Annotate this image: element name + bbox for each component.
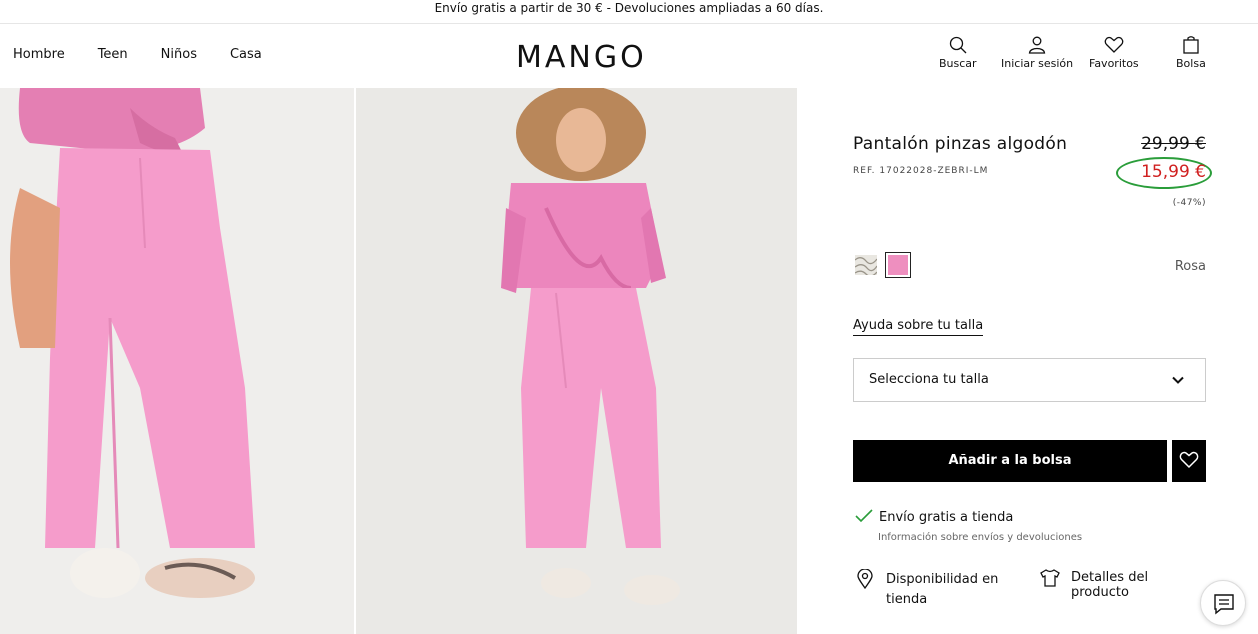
search-button[interactable]: Buscar bbox=[939, 36, 977, 70]
chat-icon bbox=[1214, 594, 1234, 615]
announcement-bar: Envío gratis a partir de 30 € - Devoluci… bbox=[0, 0, 1258, 24]
add-to-bag-button[interactable]: Añadir a la bolsa bbox=[853, 440, 1167, 482]
favorites-label: Favoritos bbox=[1089, 57, 1139, 70]
favorites-button[interactable]: Favoritos bbox=[1089, 36, 1139, 70]
color-swatch-pattern[interactable] bbox=[854, 255, 878, 277]
add-to-favorites-button[interactable] bbox=[1172, 440, 1206, 482]
size-select-label: Selecciona tu talla bbox=[869, 372, 989, 387]
heart-icon bbox=[1179, 451, 1199, 469]
product-image-full[interactable] bbox=[356, 88, 797, 634]
announcement-text: Envío gratis a partir de 30 € - Devoluci… bbox=[434, 1, 824, 15]
chat-button[interactable] bbox=[1200, 580, 1246, 626]
sale-price: 15,99 € bbox=[1141, 162, 1206, 182]
login-label: Iniciar sesión bbox=[1001, 57, 1074, 70]
pattern-swatch-icon bbox=[854, 255, 878, 277]
discount-badge: (-47%) bbox=[1172, 198, 1206, 208]
size-help-link[interactable]: Ayuda sobre tu talla bbox=[853, 318, 984, 336]
bag-button[interactable]: Bolsa bbox=[1176, 36, 1206, 70]
store-availability-link[interactable]: Disponibilidad en tienda bbox=[886, 570, 1016, 610]
chevron-down-icon bbox=[1172, 376, 1184, 384]
main-nav: Hombre Teen Niños Casa bbox=[13, 47, 295, 62]
product-photo-full bbox=[356, 88, 797, 634]
search-label: Buscar bbox=[939, 57, 977, 70]
nav-item-teen[interactable]: Teen bbox=[98, 47, 128, 62]
bag-icon bbox=[1183, 36, 1199, 54]
shipping-info-link[interactable]: Información sobre envíos y devoluciones bbox=[878, 532, 1082, 543]
old-price: 29,99 € bbox=[1141, 134, 1206, 154]
location-pin-icon bbox=[857, 569, 873, 589]
product-ref: REF. 17022028-ZEBRI-LM bbox=[853, 166, 989, 176]
tshirt-icon bbox=[1040, 569, 1060, 587]
nav-item-hombre[interactable]: Hombre bbox=[13, 47, 65, 62]
header-tools: Buscar Iniciar sesión Favoritos Bolsa bbox=[926, 36, 1216, 80]
login-button[interactable]: Iniciar sesión bbox=[1001, 36, 1073, 70]
search-icon bbox=[949, 36, 967, 54]
user-icon bbox=[1028, 36, 1046, 54]
product-image-closeup[interactable] bbox=[0, 88, 354, 634]
shipping-label: Envío gratis a tienda bbox=[879, 510, 1014, 525]
product-details-link[interactable]: Detalles del producto bbox=[1071, 570, 1206, 600]
site-header: Hombre Teen Niños Casa MANGO Buscar Inic… bbox=[0, 24, 1258, 88]
product-panel: Pantalón pinzas algodón REF. 17022028-ZE… bbox=[853, 88, 1212, 634]
nav-item-ninos[interactable]: Niños bbox=[161, 47, 197, 62]
product-photo-closeup bbox=[0, 88, 354, 634]
heart-icon bbox=[1104, 36, 1124, 53]
bag-label: Bolsa bbox=[1176, 57, 1206, 70]
size-select[interactable]: Selecciona tu talla bbox=[853, 358, 1206, 402]
check-icon bbox=[855, 509, 873, 523]
brand-logo[interactable]: MANGO bbox=[516, 40, 647, 75]
product-title: Pantalón pinzas algodón bbox=[853, 134, 1068, 154]
nav-item-casa[interactable]: Casa bbox=[230, 47, 262, 62]
color-swatch-pink[interactable] bbox=[885, 252, 911, 278]
color-name: Rosa bbox=[1174, 259, 1206, 274]
